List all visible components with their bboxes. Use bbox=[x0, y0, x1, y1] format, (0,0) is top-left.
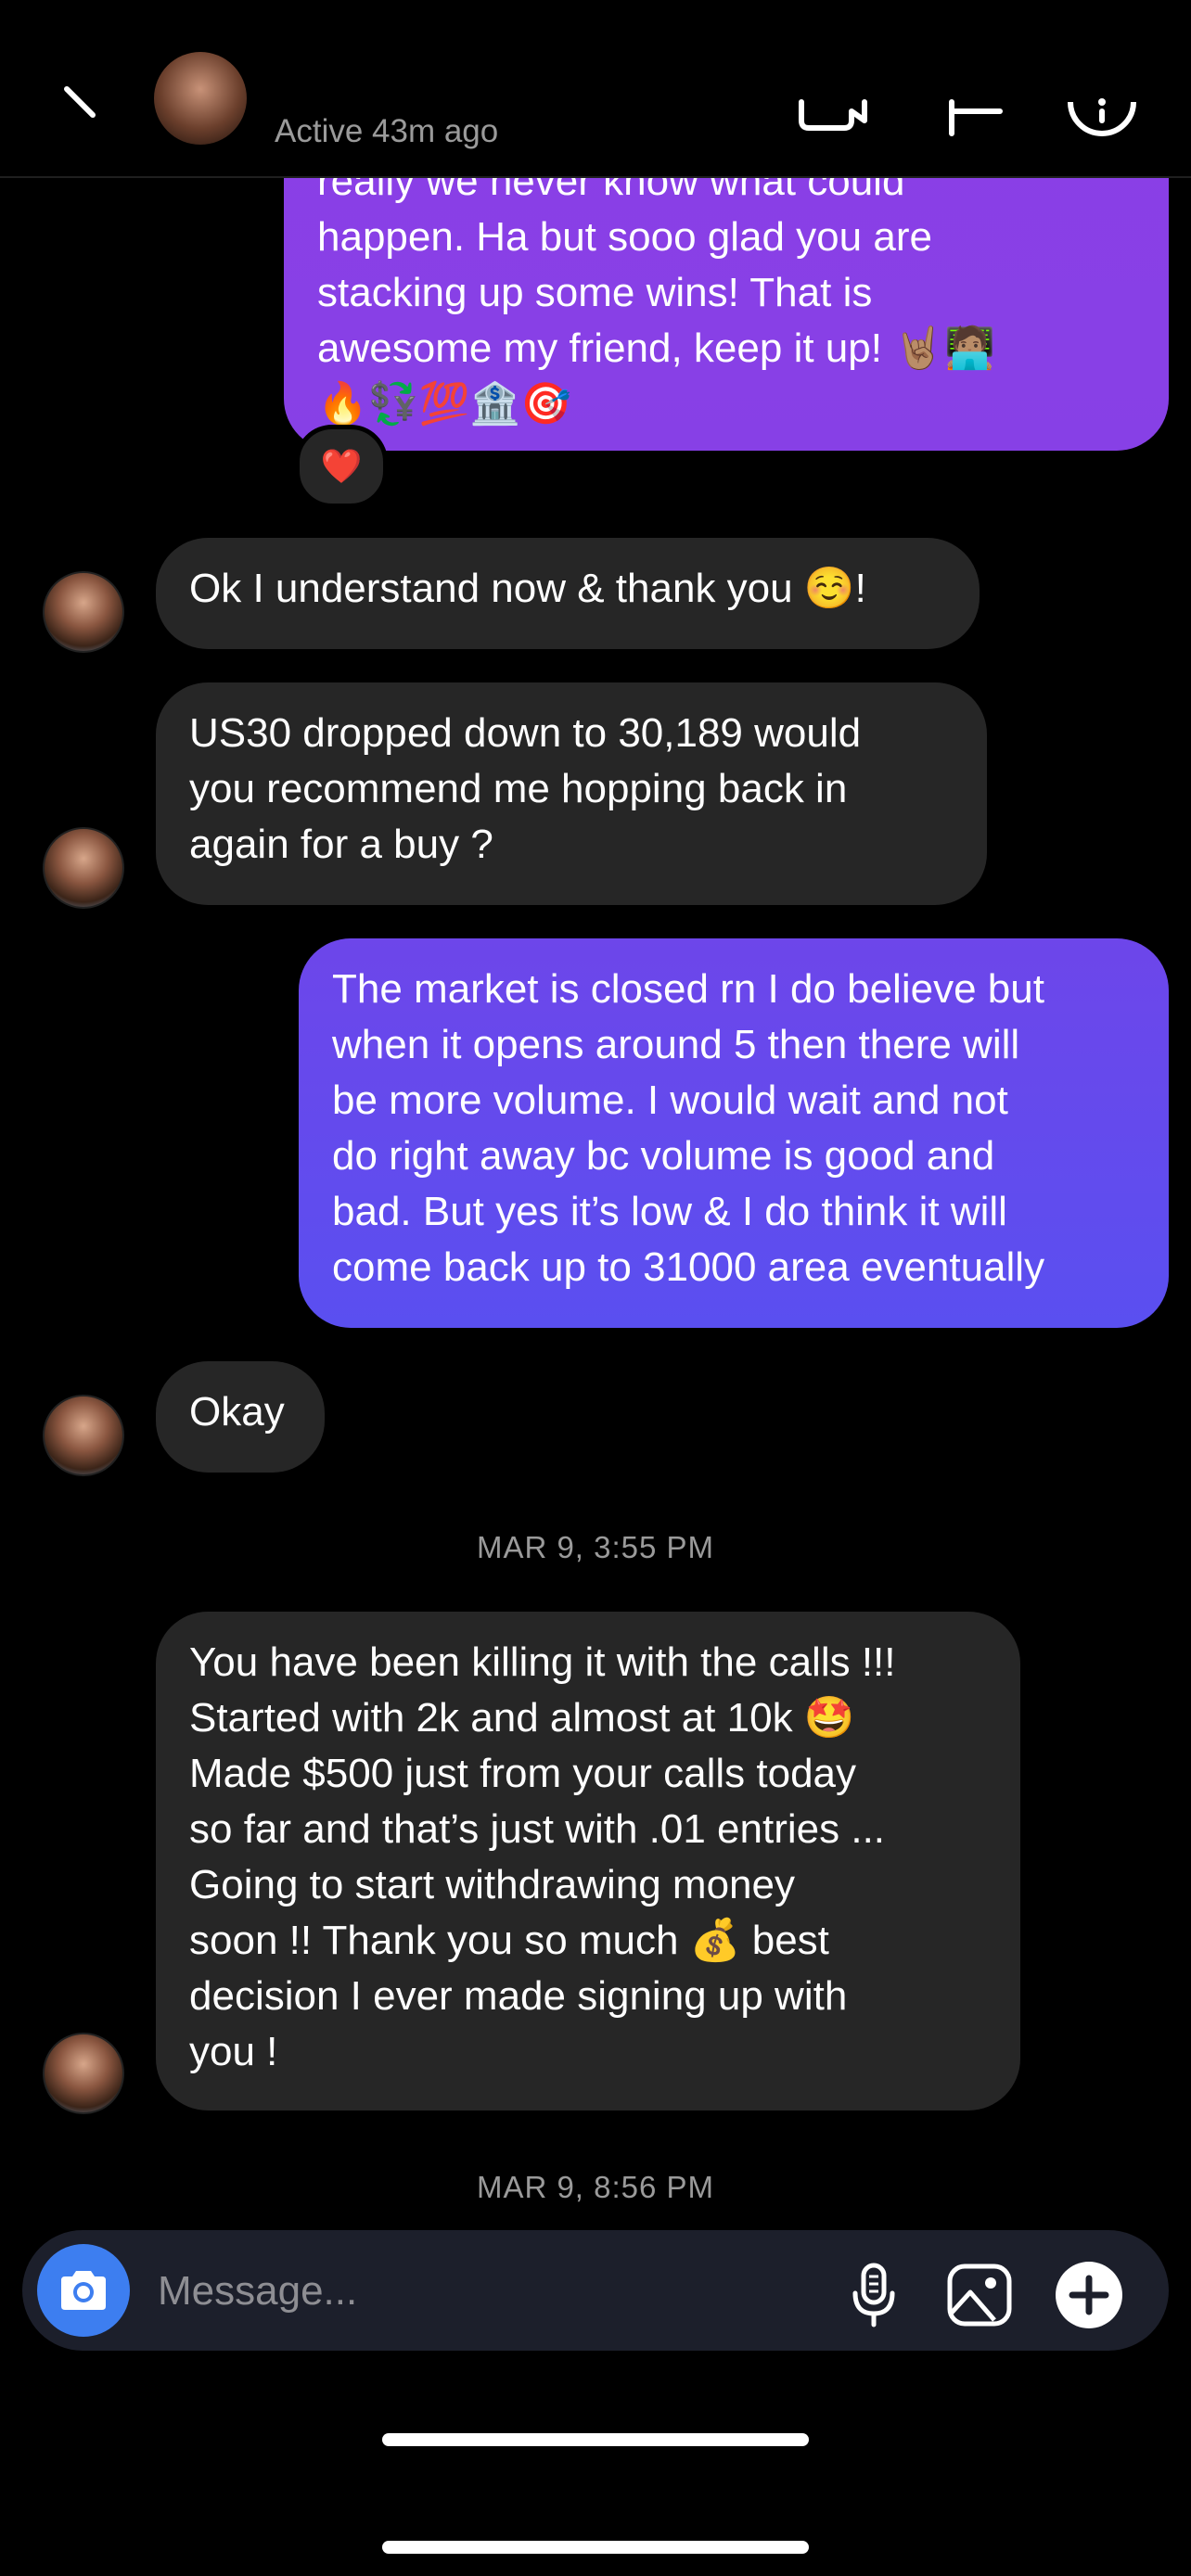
heart-reaction-icon[interactable]: ❤️ bbox=[295, 425, 388, 508]
avatar[interactable] bbox=[43, 571, 124, 653]
message-composer bbox=[22, 2230, 1169, 2351]
incoming-message[interactable]: You have been killing it with the calls … bbox=[156, 1612, 1020, 2111]
incoming-message[interactable]: Ok I understand now & thank you ☺️! bbox=[156, 538, 980, 649]
active-status: Active 43m ago bbox=[275, 113, 499, 149]
camera-button[interactable] bbox=[37, 2244, 130, 2337]
home-indicator[interactable] bbox=[382, 2433, 809, 2446]
gallery-icon bbox=[947, 2264, 1012, 2327]
add-button[interactable] bbox=[1052, 2258, 1126, 2332]
message-thread[interactable]: really we never know what could happen. … bbox=[0, 0, 1191, 2225]
microphone-button[interactable] bbox=[837, 2258, 911, 2332]
microphone-icon bbox=[852, 2263, 895, 2327]
gallery-button[interactable] bbox=[942, 2258, 1017, 2332]
avatar[interactable] bbox=[43, 827, 124, 909]
contact-avatar[interactable] bbox=[154, 52, 247, 145]
message-input[interactable] bbox=[156, 2258, 827, 2325]
avatar[interactable] bbox=[43, 1395, 124, 1476]
camera-icon bbox=[61, 2271, 106, 2310]
avatar[interactable] bbox=[43, 2033, 124, 2114]
home-indicator[interactable] bbox=[382, 2541, 809, 2554]
video-call-icon[interactable] bbox=[796, 74, 870, 139]
timestamp: MAR 9, 3:55 PM bbox=[476, 1530, 715, 1564]
chat-header: Active 43m ago bbox=[0, 0, 1191, 178]
outgoing-message[interactable]: The market is closed rn I do believe but… bbox=[299, 938, 1169, 1328]
flag-icon[interactable] bbox=[944, 74, 1018, 139]
back-icon[interactable] bbox=[61, 83, 98, 139]
incoming-message[interactable]: US30 dropped down to 30,189 would you re… bbox=[156, 682, 987, 905]
incoming-message[interactable]: Okay bbox=[156, 1361, 325, 1473]
timestamp: MAR 9, 8:56 PM bbox=[476, 2170, 715, 2204]
info-icon[interactable] bbox=[1065, 74, 1139, 139]
plus-icon bbox=[1056, 2262, 1122, 2328]
